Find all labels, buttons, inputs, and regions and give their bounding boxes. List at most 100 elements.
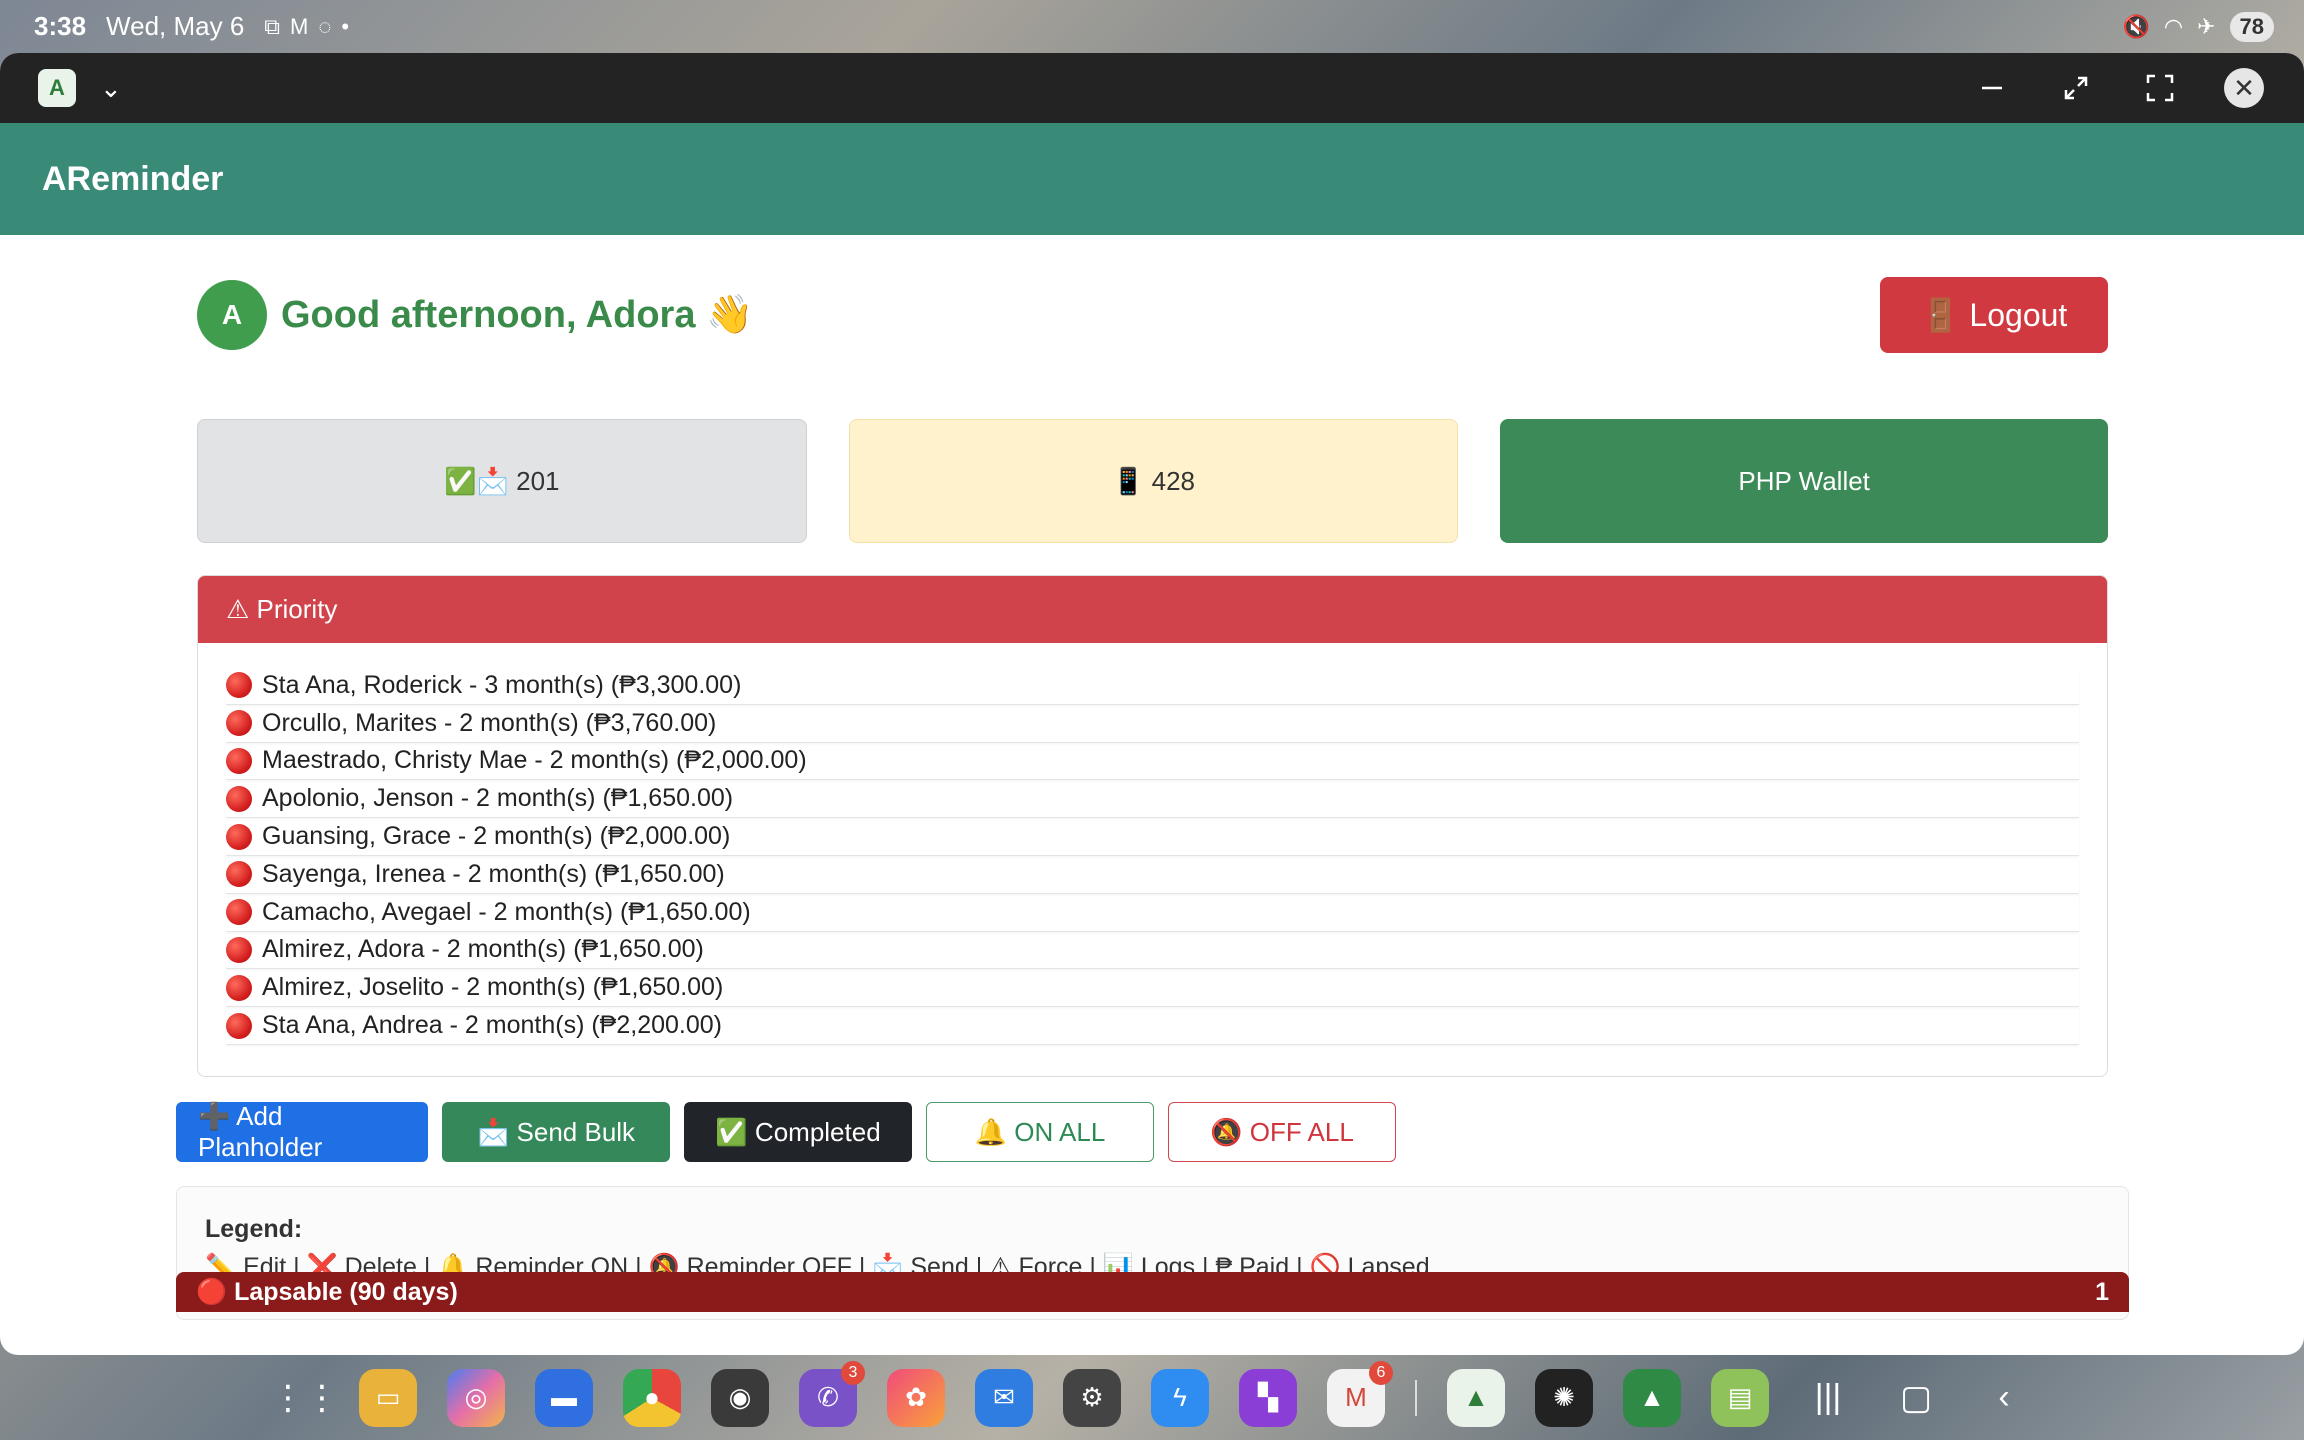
completed-button[interactable]: ✅ Completed	[684, 1102, 912, 1162]
list-item[interactable]: Maestrado, Christy Mae - 2 month(s) (₱2,…	[226, 743, 2079, 781]
messages-icon[interactable]: ▬	[535, 1368, 593, 1427]
close-icon[interactable]: ✕	[2224, 68, 2264, 108]
minimize-icon[interactable]	[1972, 68, 2012, 108]
lapsable-count: 1	[2095, 1278, 2109, 1306]
notebook-app-icon[interactable]: ▤	[1711, 1368, 1769, 1427]
taskbar: ⋮⋮ ▭ ◎ ▬ ● ◉ ✆ 3 ✿ ✉ ⚙ ϟ ▚ M6 ▲ ✺ ▲ ▤ |||…	[0, 1355, 2304, 1440]
camera-icon[interactable]: ◉	[711, 1368, 769, 1427]
window-titlebar: A ⌄ ✕	[0, 53, 2304, 123]
airplane-icon: ✈	[2197, 13, 2216, 39]
greeting-row: A Good afternoon, Adora 👋 🚪 Logout	[197, 277, 2108, 353]
screenshot-icon: ⧉	[264, 13, 281, 39]
priority-item-text: Almirez, Adora - 2 month(s) (₱1,650.00)	[262, 935, 704, 964]
list-item[interactable]: Sta Ana, Andrea - 2 month(s) (₱2,200.00)	[226, 1007, 2079, 1045]
sent-count-card[interactable]: ✅📩 201	[197, 419, 807, 543]
lapsable-header[interactable]: 🔴 Lapsable (90 days) 1	[176, 1272, 2129, 1312]
off-all-button[interactable]: 🔕 OFF ALL	[1168, 1102, 1396, 1162]
add-planholder-button[interactable]: ➕ Add Planholder	[176, 1101, 428, 1162]
priority-item-text: Sayenga, Irenea - 2 month(s) (₱1,650.00)	[262, 859, 725, 888]
app-icon[interactable]: A	[38, 69, 76, 107]
home-icon[interactable]: ▢	[1887, 1378, 1945, 1418]
priority-item-text: Almirez, Joselito - 2 month(s) (₱1,650.0…	[262, 973, 724, 1002]
apps-grid-icon[interactable]: ⋮⋮	[271, 1378, 339, 1418]
list-item[interactable]: Sayenga, Irenea - 2 month(s) (₱1,650.00)	[226, 856, 2079, 894]
list-item[interactable]: Apolonio, Jenson - 2 month(s) (₱1,650.00…	[226, 780, 2079, 819]
gmail-app-icon[interactable]: M6	[1327, 1360, 1393, 1427]
list-item[interactable]: Guansing, Grace - 2 month(s) (₱2,000.00)	[226, 818, 2079, 856]
priority-item-text: Maestrado, Christy Mae - 2 month(s) (₱2,…	[262, 746, 807, 775]
status-time: 3:38	[34, 11, 87, 41]
priority-list: Sta Ana, Roderick - 3 month(s) (₱3,300.0…	[198, 643, 2107, 1045]
action-buttons: ➕ Add Planholder 📩 Send Bulk ✅ Completed…	[176, 1101, 1396, 1162]
split-view-icon[interactable]	[2056, 68, 2096, 108]
priority-item-text: Camacho, Avegael - 2 month(s) (₱1,650.00…	[262, 897, 751, 926]
titlebar-left: A ⌄	[38, 69, 122, 107]
app-title: AReminder	[42, 159, 224, 198]
list-item[interactable]: Almirez, Joselito - 2 month(s) (₱1,650.0…	[226, 969, 2079, 1008]
priority-item-text: Orcullo, Marites - 2 month(s) (₱3,760.00…	[262, 708, 717, 737]
chatgpt-icon[interactable]: ✺	[1535, 1368, 1593, 1427]
list-item[interactable]: Almirez, Adora - 2 month(s) (₱1,650.00)	[226, 932, 2079, 970]
taskbar-divider	[1415, 1379, 1417, 1416]
red-circle-icon	[226, 1012, 252, 1039]
notification-icons: ⧉ M ◌ •	[264, 14, 349, 40]
legend-title: Legend:	[205, 1215, 303, 1243]
red-circle-icon	[226, 861, 252, 888]
files-icon[interactable]: ▭	[359, 1368, 417, 1427]
recents-icon[interactable]: |||	[1799, 1378, 1857, 1417]
list-item[interactable]: Orcullo, Marites - 2 month(s) (₱3,760.00…	[226, 705, 2079, 743]
messenger-icon: ◌	[318, 13, 332, 39]
fullscreen-icon[interactable]	[2140, 68, 2180, 108]
notes-icon[interactable]: ▚	[1239, 1368, 1297, 1427]
gmail-badge: 6	[1369, 1360, 1393, 1385]
mute-icon: 🔇	[2122, 13, 2150, 39]
priority-panel: ⚠ Priority Sta Ana, Roderick - 3 month(s…	[197, 575, 2108, 1077]
outlook-icon[interactable]: ✉	[975, 1368, 1033, 1427]
wifi-icon: ◠	[2163, 13, 2184, 39]
greeting: A Good afternoon, Adora 👋	[197, 280, 753, 350]
red-circle-icon	[226, 899, 252, 926]
red-circle-icon	[226, 747, 252, 774]
main-content: A Good afternoon, Adora 👋 🚪 Logout ✅📩 20…	[0, 235, 2304, 1355]
red-circle-icon	[226, 710, 252, 737]
gmail-icon: M	[290, 13, 309, 39]
priority-item-text: Apolonio, Jenson - 2 month(s) (₱1,650.00…	[262, 784, 734, 813]
areminder-app-icon[interactable]: ▲	[1447, 1368, 1505, 1427]
battery-indicator: 78	[2229, 11, 2274, 42]
on-all-button[interactable]: 🔔 ON ALL	[926, 1102, 1154, 1162]
back-icon[interactable]: ‹	[1975, 1378, 2033, 1417]
red-circle-icon	[226, 974, 252, 1001]
red-circle-icon	[226, 672, 252, 699]
greeting-text: Good afternoon, Adora 👋	[281, 294, 754, 336]
list-item[interactable]: Camacho, Avegael - 2 month(s) (₱1,650.00…	[226, 894, 2079, 932]
window-controls: ✕	[1972, 68, 2264, 108]
gallery-icon[interactable]: ✿	[887, 1368, 945, 1427]
status-left: 3:38 Wed, May 6 ⧉ M ◌ •	[34, 11, 349, 42]
red-circle-icon	[226, 823, 252, 850]
list-item[interactable]: Sta Ana, Roderick - 3 month(s) (₱3,300.0…	[226, 667, 2079, 705]
green-app-icon[interactable]: ▲	[1623, 1368, 1681, 1427]
settings-icon[interactable]: ⚙	[1063, 1368, 1121, 1427]
copilot-icon[interactable]: ◎	[447, 1368, 505, 1427]
viber-icon[interactable]: ✆ 3	[799, 1360, 865, 1427]
send-bulk-button[interactable]: 📩 Send Bulk	[442, 1102, 670, 1162]
lapsable-title: 🔴 Lapsable (90 days)	[196, 1278, 458, 1306]
status-right: 🔇 ◠ ✈ 78	[2122, 11, 2274, 42]
viber-badge: 3	[841, 1360, 865, 1385]
wallet-card[interactable]: PHP Wallet	[1500, 419, 2109, 543]
status-bar: 3:38 Wed, May 6 ⧉ M ◌ • 🔇 ◠ ✈ 78	[0, 0, 2304, 53]
chrome-icon[interactable]: ●	[623, 1368, 681, 1427]
more-dot-icon: •	[341, 13, 350, 39]
priority-item-text: Sta Ana, Roderick - 3 month(s) (₱3,300.0…	[262, 670, 742, 699]
app-header: AReminder	[0, 123, 2304, 235]
logout-button[interactable]: 🚪 Logout	[1880, 277, 2108, 353]
messenger-app-icon[interactable]: ϟ	[1151, 1368, 1209, 1427]
summary-cards: ✅📩 201 📱 428 PHP Wallet	[197, 419, 2109, 543]
chevron-down-icon[interactable]: ⌄	[100, 73, 122, 104]
status-date: Wed, May 6	[106, 11, 245, 41]
red-circle-icon	[226, 936, 252, 963]
app-window: A ⌄ ✕ AReminder A Good afternoon, Adora …	[0, 53, 2304, 1355]
sms-count-card[interactable]: 📱 428	[848, 419, 1459, 543]
priority-item-text: Guansing, Grace - 2 month(s) (₱2,000.00)	[262, 822, 731, 851]
priority-header: ⚠ Priority	[198, 576, 2107, 643]
